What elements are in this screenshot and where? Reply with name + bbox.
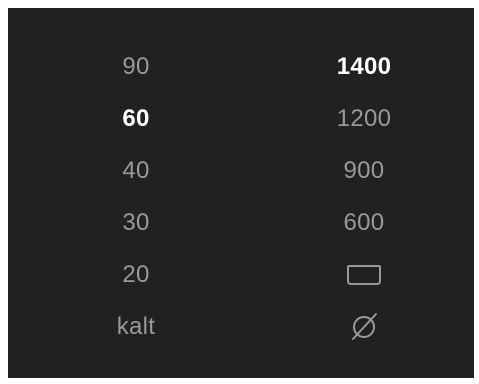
spin-option-900[interactable]: 900 bbox=[284, 151, 444, 191]
spin-option-rinse-hold[interactable] bbox=[284, 255, 444, 295]
spin-option-1200[interactable]: 1200 bbox=[284, 99, 444, 139]
wash-settings-panel: 90 60 40 30 20 kalt 1400 1200 900 600 bbox=[8, 8, 474, 378]
spin-option-no-spin[interactable] bbox=[284, 307, 444, 347]
temperature-option-60[interactable]: 60 bbox=[56, 99, 216, 139]
temperature-option-90[interactable]: 90 bbox=[56, 47, 216, 87]
spin-option-600[interactable]: 600 bbox=[284, 203, 444, 243]
rinse-hold-tub-icon bbox=[347, 265, 381, 285]
temperature-option-40[interactable]: 40 bbox=[56, 151, 216, 191]
temperature-option-20[interactable]: 20 bbox=[56, 255, 216, 295]
no-spin-icon bbox=[352, 313, 377, 340]
temperature-option-30[interactable]: 30 bbox=[56, 203, 216, 243]
spin-option-1400[interactable]: 1400 bbox=[284, 47, 444, 87]
temperature-option-kalt[interactable]: kalt bbox=[56, 307, 216, 347]
